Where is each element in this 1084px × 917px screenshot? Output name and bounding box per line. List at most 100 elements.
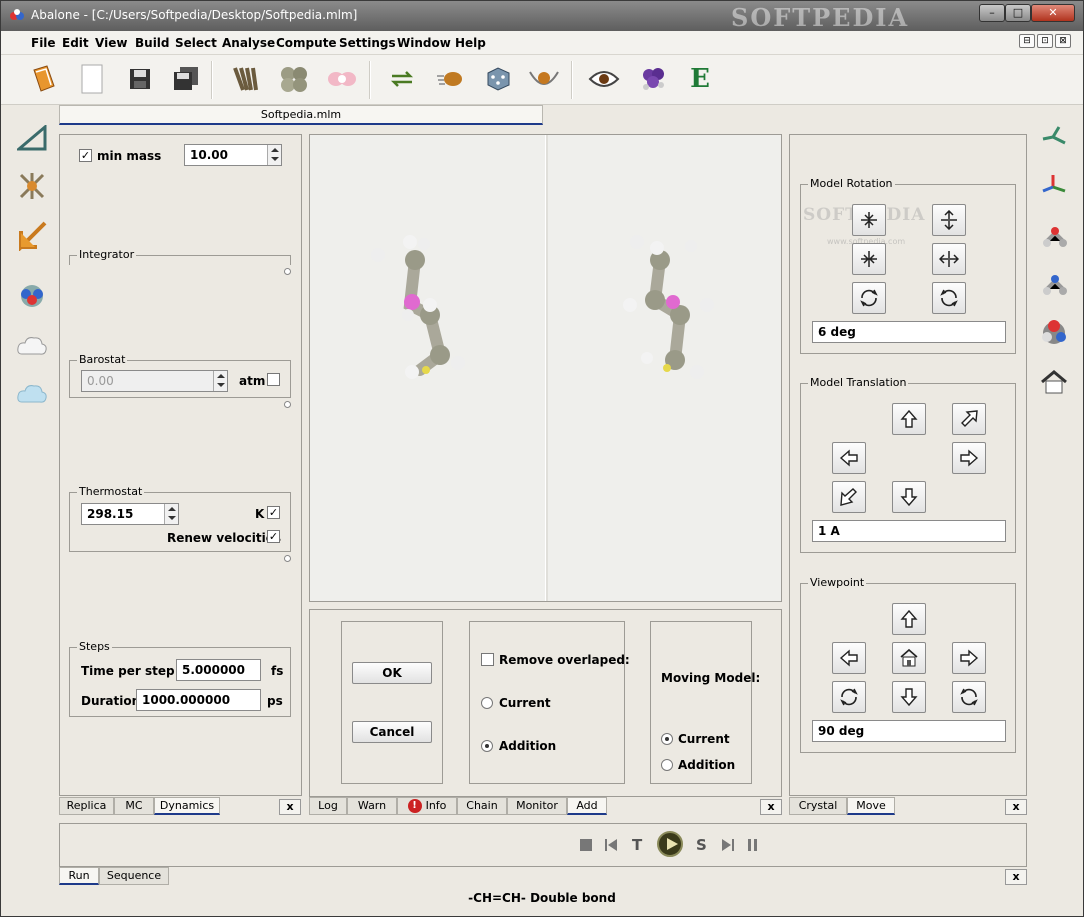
- overlap-addition-radio[interactable]: [481, 740, 493, 752]
- skip-back-icon[interactable]: [604, 838, 618, 852]
- translate-down-button[interactable]: [892, 481, 926, 513]
- cluster-icon[interactable]: [637, 62, 671, 96]
- spacefill-icon[interactable]: [1037, 315, 1071, 349]
- spheres-icon[interactable]: [277, 62, 311, 96]
- save-icon[interactable]: [123, 62, 157, 96]
- translate-back-button[interactable]: [832, 481, 866, 513]
- tab-crystal[interactable]: Crystal: [789, 797, 847, 815]
- arrow-down-left-icon[interactable]: [15, 219, 49, 253]
- open-book-icon[interactable]: [27, 62, 61, 96]
- tab-monitor[interactable]: Monitor: [507, 797, 567, 815]
- minimize-button[interactable]: –: [979, 4, 1005, 22]
- thermostat-expand-handle[interactable]: [284, 555, 291, 562]
- overlap-current-radio[interactable]: [481, 697, 493, 709]
- house-icon[interactable]: [1037, 365, 1071, 399]
- tab-move[interactable]: Move: [847, 797, 895, 815]
- stop-icon[interactable]: [580, 839, 592, 851]
- close-left-panel-button[interactable]: x: [279, 799, 301, 815]
- step-t-button[interactable]: T: [632, 836, 642, 854]
- menu-select[interactable]: Select: [175, 36, 217, 50]
- molecule-viewer[interactable]: [309, 134, 782, 602]
- ball-stick-red-icon[interactable]: [1037, 219, 1071, 253]
- projectile-icon[interactable]: [433, 62, 467, 96]
- viewpoint-reset-button[interactable]: [892, 642, 926, 674]
- close-center-panel-button[interactable]: x: [760, 799, 782, 815]
- menu-build[interactable]: Build: [135, 36, 170, 50]
- menu-edit[interactable]: Edit: [62, 36, 89, 50]
- viewpoint-step-input[interactable]: 90 deg: [812, 720, 1006, 742]
- translate-right-button[interactable]: [952, 442, 986, 474]
- spin-arrows-icon[interactable]: [267, 145, 281, 165]
- rotate-up-button[interactable]: [852, 204, 886, 236]
- rotate-left-button[interactable]: [852, 243, 886, 275]
- spin-arrows-icon[interactable]: [164, 504, 178, 524]
- dice-icon[interactable]: [481, 62, 515, 96]
- thermostat-checkbox[interactable]: ✓: [267, 506, 280, 519]
- menu-analyse[interactable]: Analyse: [222, 36, 275, 50]
- mdi-restore-button[interactable]: ⊡: [1037, 34, 1053, 48]
- integrator-expand-handle[interactable]: [284, 268, 291, 275]
- pause-icon[interactable]: [746, 838, 760, 852]
- ball-stick-blue-icon[interactable]: [1037, 267, 1071, 301]
- menu-window[interactable]: Window: [397, 36, 451, 50]
- close-right-panel-button[interactable]: x: [1005, 799, 1027, 815]
- tab-add[interactable]: Add: [567, 797, 607, 815]
- moving-addition-radio[interactable]: [661, 759, 673, 771]
- orbital-icon[interactable]: [325, 62, 359, 96]
- remove-overlap-checkbox[interactable]: [481, 653, 494, 666]
- maximize-button[interactable]: □: [1005, 4, 1031, 22]
- exchange-arrows-icon[interactable]: [385, 62, 419, 96]
- moving-current-radio[interactable]: [661, 733, 673, 745]
- tab-info[interactable]: ! Info: [397, 797, 457, 815]
- tab-dynamics[interactable]: Dynamics: [154, 797, 220, 815]
- bond-green-icon[interactable]: [1037, 121, 1071, 155]
- document-tab[interactable]: Softpedia.mlm: [59, 105, 543, 125]
- step-s-button[interactable]: S: [696, 836, 707, 854]
- skip-forward-icon[interactable]: [721, 838, 735, 852]
- tab-sequence[interactable]: Sequence: [99, 867, 169, 885]
- tab-chain[interactable]: Chain: [457, 797, 507, 815]
- viewpoint-rotate-ccw-button[interactable]: [832, 681, 866, 713]
- axes-icon[interactable]: [1037, 169, 1071, 203]
- new-document-icon[interactable]: [75, 62, 109, 96]
- duration-input[interactable]: 1000.000000: [136, 689, 261, 711]
- triangle-ruler-icon[interactable]: [15, 121, 49, 155]
- energy-well-icon[interactable]: [527, 62, 561, 96]
- menu-compute[interactable]: Compute: [276, 36, 337, 50]
- time-per-step-input[interactable]: 5.000000: [176, 659, 261, 681]
- close-run-panel-button[interactable]: x: [1005, 869, 1027, 885]
- tab-run[interactable]: Run: [59, 867, 99, 885]
- viewpoint-right-button[interactable]: [952, 642, 986, 674]
- viewpoint-down-button[interactable]: [892, 681, 926, 713]
- cloud-outline-icon[interactable]: [15, 329, 49, 363]
- molecule-select-icon[interactable]: [15, 169, 49, 203]
- mdi-minimize-button[interactable]: ⊟: [1019, 34, 1035, 48]
- tab-log[interactable]: Log: [309, 797, 347, 815]
- rotation-step-input[interactable]: 6 deg: [812, 321, 1006, 343]
- energy-e-icon[interactable]: E: [683, 62, 717, 96]
- rotate-cw-button[interactable]: [932, 282, 966, 314]
- viewpoint-up-button[interactable]: [892, 603, 926, 635]
- translate-forward-button[interactable]: [952, 403, 986, 435]
- translate-up-button[interactable]: [892, 403, 926, 435]
- cancel-button[interactable]: Cancel: [352, 721, 432, 743]
- min-mass-spinbox[interactable]: 10.00: [184, 144, 282, 166]
- eye-icon[interactable]: [587, 62, 621, 96]
- translation-step-input[interactable]: 1 A: [812, 520, 1006, 542]
- cloud-filled-icon[interactable]: [15, 377, 49, 411]
- mdi-close-button[interactable]: ⊠: [1055, 34, 1071, 48]
- menu-file[interactable]: File: [31, 36, 56, 50]
- viewpoint-rotate-cw-button[interactable]: [952, 681, 986, 713]
- rotate-right-button[interactable]: [932, 243, 966, 275]
- menu-view[interactable]: View: [95, 36, 127, 50]
- tab-warn[interactable]: Warn: [347, 797, 397, 815]
- fragments-icon[interactable]: [229, 62, 263, 96]
- surface-molecule-icon[interactable]: [15, 279, 49, 313]
- renew-velocities-checkbox[interactable]: ✓: [267, 530, 280, 543]
- viewpoint-left-button[interactable]: [832, 642, 866, 674]
- close-button[interactable]: ✕: [1031, 4, 1075, 22]
- barostat-checkbox[interactable]: [267, 373, 280, 386]
- tab-mc[interactable]: MC: [114, 797, 154, 815]
- play-button[interactable]: [657, 831, 683, 857]
- rotate-ccw-button[interactable]: [852, 282, 886, 314]
